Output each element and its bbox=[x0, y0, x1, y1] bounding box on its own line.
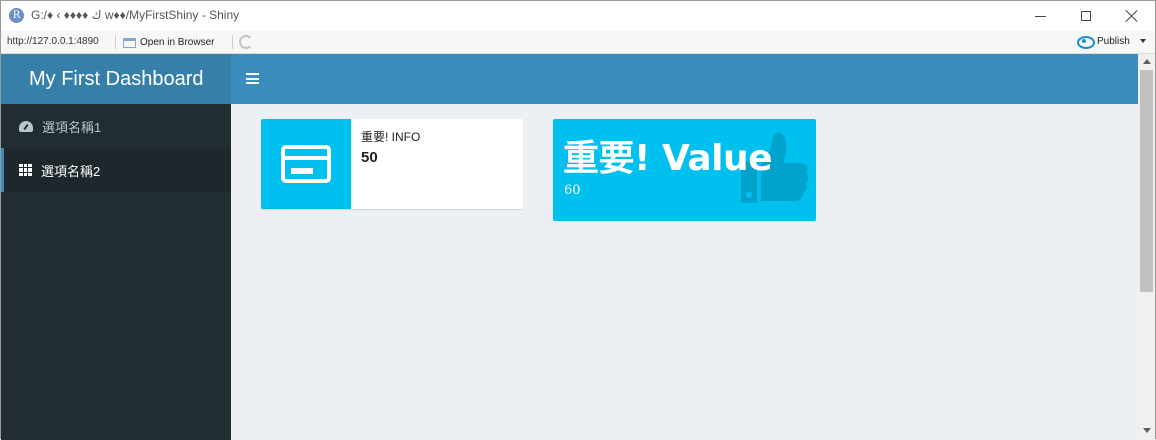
viewer-toolbar: http://127.0.0.1:4890 Open in Browser Pu… bbox=[1, 31, 1155, 54]
value-box: 重要! Value 60 bbox=[553, 119, 816, 221]
info-box-icon-area bbox=[261, 119, 351, 209]
app-window: R G:/♦ ‹ ♦♦♦♦ ﻙ w♦♦/MyFirstShiny - Shiny… bbox=[0, 0, 1156, 440]
scroll-thumb[interactable] bbox=[1140, 70, 1153, 292]
title-bar: R G:/♦ ‹ ♦♦♦♦ ﻙ w♦♦/MyFirstShiny - Shiny bbox=[1, 1, 1155, 31]
sidebar-item-label: 選項名稱2 bbox=[41, 163, 101, 179]
maximize-button[interactable] bbox=[1063, 1, 1109, 31]
close-icon bbox=[1125, 9, 1139, 23]
sidebar: 選項名稱1 選項名稱2 bbox=[1, 104, 231, 440]
sidebar-item-option2[interactable]: 選項名稱2 bbox=[1, 148, 231, 192]
scroll-up-icon[interactable] bbox=[1143, 59, 1151, 64]
vertical-scrollbar[interactable] bbox=[1138, 54, 1155, 440]
publish-button[interactable]: Publish bbox=[1077, 35, 1146, 49]
scroll-down-icon[interactable] bbox=[1143, 428, 1151, 433]
chevron-down-icon[interactable] bbox=[1139, 39, 1146, 43]
info-box: 重要! INFO 50 bbox=[261, 119, 523, 209]
toolbar-separator bbox=[232, 35, 233, 49]
sidebar-item-label: 選項名稱1 bbox=[42, 119, 102, 135]
dashboard-header: My First Dashboard bbox=[1, 54, 1138, 104]
credit-card-icon bbox=[281, 145, 331, 183]
r-app-icon: R bbox=[9, 8, 24, 23]
publish-label: Publish bbox=[1097, 35, 1130, 47]
open-in-browser-button[interactable]: Open in Browser bbox=[123, 34, 214, 51]
window-title: G:/♦ ‹ ♦♦♦♦ ﻙ w♦♦/MyFirstShiny - Shiny bbox=[31, 8, 240, 22]
toolbar-separator bbox=[115, 35, 116, 49]
dashboard-body: 重要! INFO 50 重要! Value 60 bbox=[231, 104, 1138, 440]
minimize-button[interactable] bbox=[1017, 1, 1063, 31]
value-box-subtitle: 60 bbox=[564, 183, 581, 198]
publish-icon bbox=[1077, 35, 1095, 49]
minimize-icon bbox=[1034, 15, 1046, 17]
info-box-value: 50 bbox=[361, 149, 378, 166]
refresh-icon[interactable] bbox=[239, 35, 253, 49]
maximize-icon bbox=[1081, 11, 1091, 21]
sidebar-toggle-icon[interactable] bbox=[246, 73, 259, 84]
sidebar-item-option1[interactable]: 選項名稱1 bbox=[1, 104, 231, 148]
browser-window-icon bbox=[123, 37, 136, 48]
dashboard-icon bbox=[19, 120, 33, 132]
dashboard-logo[interactable]: My First Dashboard bbox=[1, 54, 231, 104]
open-in-browser-label: Open in Browser bbox=[140, 37, 215, 48]
value-box-title: 重要! Value bbox=[563, 138, 773, 179]
url-text: http://127.0.0.1:4890 bbox=[7, 36, 99, 47]
close-button[interactable] bbox=[1109, 1, 1155, 31]
info-box-title: 重要! INFO bbox=[361, 130, 421, 144]
th-grid-icon bbox=[19, 164, 32, 176]
